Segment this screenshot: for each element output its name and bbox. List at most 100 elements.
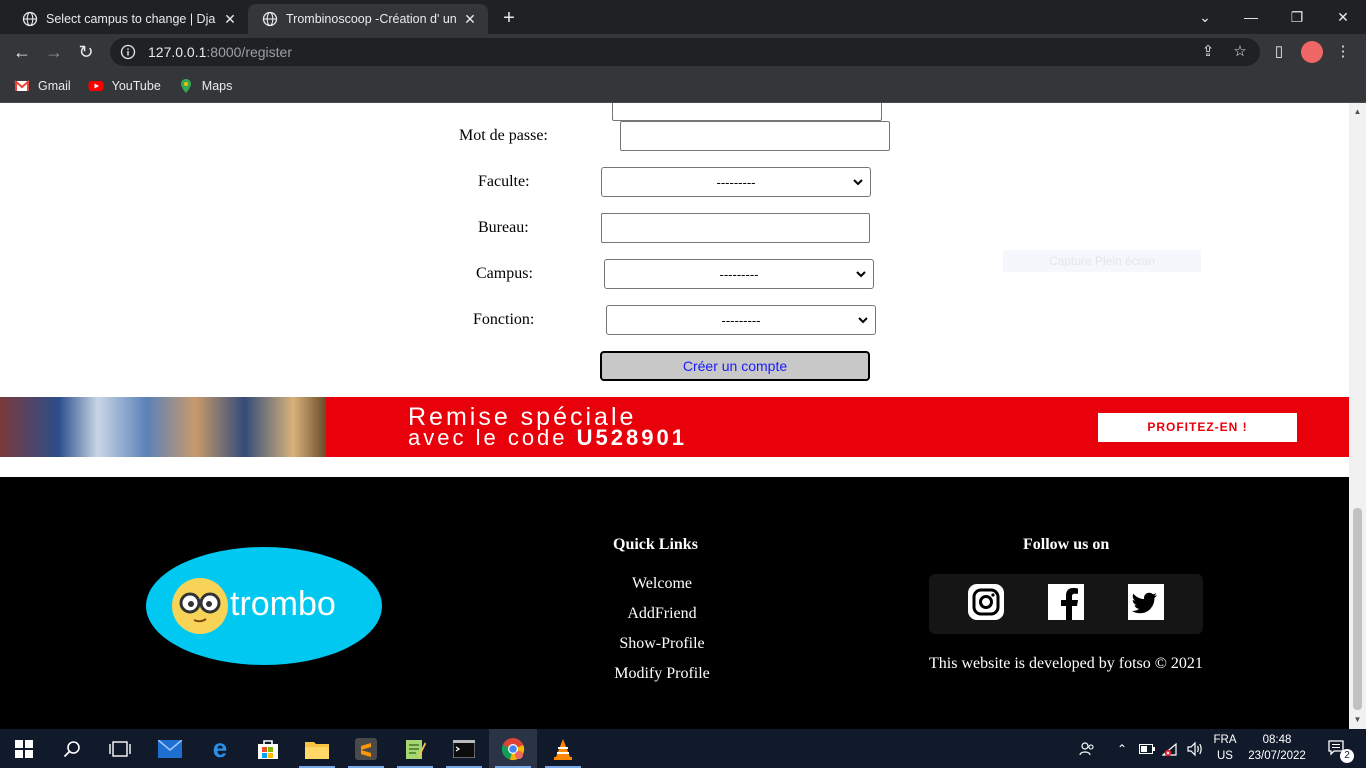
info-icon[interactable] <box>120 44 136 60</box>
system-clock[interactable]: 08:48 23/07/2022 <box>1242 732 1312 764</box>
screenshot-overlay-hint: Capture Plein écran <box>1003 250 1201 272</box>
faculty-selected-value: --------- <box>716 174 756 190</box>
taskbar-file-explorer[interactable] <box>293 729 341 768</box>
taskbar-notepad-plus[interactable] <box>391 729 439 768</box>
menu-icon[interactable]: ⋮ <box>1333 42 1353 62</box>
reload-button[interactable]: ↻ <box>73 39 99 65</box>
campus-label: Campus: <box>476 265 533 282</box>
browser-toolbar: ← → ↻ 127.0.0.1:8000/register ⇪ ☆ ▯ ⋮ <box>0 34 1366 70</box>
logo-face-icon <box>172 578 228 634</box>
notification-count-badge: 2 <box>1340 749 1354 763</box>
chrome-icon <box>501 737 525 760</box>
show-hidden-icons-chevron-icon[interactable]: ⌃ <box>1112 729 1132 768</box>
edge-icon: e <box>212 733 228 763</box>
office-label: Bureau: <box>478 219 529 236</box>
function-selected-value: --------- <box>721 312 761 328</box>
volume-icon[interactable] <box>1184 729 1206 768</box>
page-scrollbar[interactable]: ▲ ▼ <box>1349 103 1366 729</box>
new-tab-button[interactable]: + <box>498 7 520 29</box>
campus-selected-value: --------- <box>719 266 759 282</box>
office-input[interactable] <box>601 213 870 243</box>
footer-credit: This website is developed by fotso © 202… <box>929 655 1203 672</box>
globe-icon <box>262 11 278 27</box>
footer-link-show-profile[interactable]: Show-Profile <box>562 635 762 653</box>
chevron-down-icon <box>856 271 866 278</box>
username-input[interactable] <box>612 103 882 121</box>
bookmark-maps[interactable]: Maps <box>178 78 232 94</box>
scrollbar-thumb[interactable] <box>1353 508 1362 710</box>
taskbar-mail[interactable] <box>146 729 194 768</box>
url-host: 127.0.0.1 <box>148 44 207 60</box>
twitter-icon[interactable] <box>1128 584 1164 620</box>
input-language-indicator[interactable]: FRA US <box>1212 732 1238 764</box>
campus-select[interactable]: --------- <box>604 259 874 289</box>
taskbar-vlc[interactable] <box>539 729 587 768</box>
url-path: :8000/register <box>206 44 292 60</box>
footer-link-modify-profile[interactable]: Modify Profile <box>562 665 762 683</box>
scroll-down-arrow-icon[interactable]: ▼ <box>1353 715 1362 724</box>
trombo-logo[interactable]: trombo <box>146 547 382 665</box>
windows-logo-icon <box>15 739 33 758</box>
taskbar-terminal[interactable] <box>440 729 488 768</box>
battery-icon[interactable] <box>1137 729 1157 768</box>
network-disconnected-icon[interactable] <box>1160 729 1182 768</box>
site-footer: trombo Quick Links Welcome AddFriend Sho… <box>0 477 1349 729</box>
bookmark-gmail[interactable]: Gmail <box>14 78 71 94</box>
taskbar-edge[interactable]: e <box>196 729 244 768</box>
action-center-button[interactable]: 2 <box>1318 729 1358 768</box>
chevron-down-icon <box>853 179 863 186</box>
function-select[interactable]: --------- <box>606 305 876 335</box>
forward-button[interactable]: → <box>41 39 67 65</box>
footer-link-addfriend[interactable]: AddFriend <box>562 605 762 623</box>
tab-trombinoscoop[interactable]: Trombinoscoop -Création d' un profil ✕ <box>248 4 488 34</box>
taskbar-sublime-text[interactable] <box>342 729 390 768</box>
footer-link-welcome[interactable]: Welcome <box>562 575 762 593</box>
clock-time: 08:48 <box>1262 734 1292 746</box>
social-links <box>929 574 1203 634</box>
task-view-button[interactable] <box>96 729 144 768</box>
minimize-button[interactable]: — <box>1228 0 1274 34</box>
banner-code-line: avec le code U528901 <box>408 427 687 449</box>
tab-search-button[interactable]: ⌄ <box>1182 0 1228 34</box>
promo-banner[interactable]: Remise spéciale avec le code U528901 PRO… <box>0 397 1349 457</box>
start-button[interactable] <box>0 729 48 768</box>
gmail-icon <box>14 80 30 91</box>
password-label: Mot de passe: <box>459 127 548 144</box>
back-button[interactable]: ← <box>9 39 35 65</box>
banner-cta-button[interactable]: PROFITEZ-EN ! <box>1098 413 1297 442</box>
tab-title: Select campus to change | Django <box>46 12 216 26</box>
banner-promo-code: U528901 <box>576 425 687 450</box>
taskbar-chrome[interactable] <box>489 729 537 768</box>
url-text: 127.0.0.1:8000/register <box>148 44 292 60</box>
youtube-icon <box>88 81 104 91</box>
search-button[interactable] <box>48 729 96 768</box>
close-icon[interactable]: ✕ <box>462 11 478 27</box>
follow-us-title: Follow us on <box>1023 536 1110 553</box>
restore-button[interactable]: ❐ <box>1274 0 1320 34</box>
address-bar[interactable]: 127.0.0.1:8000/register <box>110 38 1260 66</box>
scroll-up-arrow-icon[interactable]: ▲ <box>1353 107 1362 116</box>
globe-icon <box>22 11 38 27</box>
facebook-icon[interactable] <box>1048 584 1084 620</box>
faculty-select[interactable]: --------- <box>601 167 871 197</box>
close-window-button[interactable]: ✕ <box>1320 0 1366 34</box>
taskbar-store[interactable] <box>244 729 292 768</box>
bookmark-star-icon[interactable]: ☆ <box>1230 42 1250 62</box>
share-icon[interactable]: ⇪ <box>1198 42 1218 62</box>
tab-django-admin[interactable]: Select campus to change | Django ✕ <box>8 4 248 34</box>
windows-taskbar: e ⌃ FRA US 08:48 23/07/2022 2 <box>0 729 1366 768</box>
bookmark-label: YouTube <box>111 79 161 93</box>
close-icon[interactable]: ✕ <box>222 11 238 27</box>
side-panel-icon[interactable]: ▯ <box>1269 42 1289 62</box>
profile-avatar[interactable] <box>1301 41 1323 63</box>
people-icon[interactable] <box>1075 729 1099 768</box>
quick-links-title: Quick Links <box>613 536 698 553</box>
folder-icon <box>305 741 329 759</box>
password-input[interactable] <box>620 121 890 151</box>
instagram-icon[interactable] <box>968 584 1004 620</box>
search-icon <box>63 740 80 757</box>
create-account-button[interactable]: Créer un compte <box>600 351 870 381</box>
bookmark-youtube[interactable]: YouTube <box>88 78 161 94</box>
task-view-icon <box>109 740 131 757</box>
bookmarks-bar: Gmail YouTube Maps <box>0 70 1366 103</box>
